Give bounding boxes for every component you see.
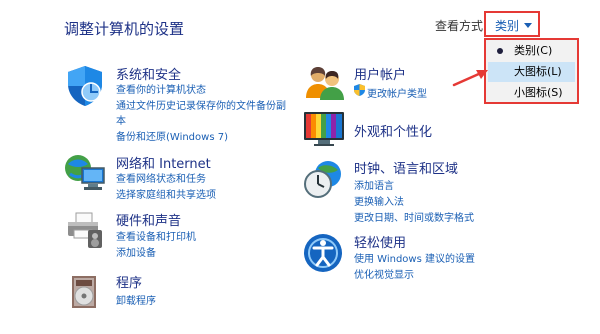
menu-item-label: 大图标(L) [514,65,562,78]
chevron-down-icon [524,23,532,28]
category-ease-of-access[interactable]: 轻松使用 [354,232,406,251]
category-hardware-sound[interactable]: 硬件和声音 [116,210,181,229]
uac-shield-icon [354,84,365,96]
link-optimize-visual-display[interactable]: 优化视觉显示 [354,266,414,281]
annotation-arrow-icon [452,70,488,87]
link-add-language[interactable]: 添加语言 [354,177,394,192]
menu-item-label: 小图标(S) [514,86,563,99]
ease-of-access-icon [304,234,342,272]
link-file-history[interactable]: 通过文件历史记录保存你的文件备份副 [116,97,286,112]
appearance-monitor-icon [304,112,344,146]
menu-item-large-icons[interactable]: 大图标(L) [488,62,575,82]
menu-item-label: 类别(C) [514,44,553,57]
clock-globe-icon [304,161,341,198]
link-change-date-time-format[interactable]: 更改日期、时间或数字格式 [354,209,474,224]
link-devices-printers[interactable]: 查看设备和打印机 [116,228,196,243]
menu-item-category[interactable]: 类别(C) [488,41,575,61]
user-accounts-icon [306,67,344,100]
link-file-history-cont[interactable]: 本 [116,112,126,127]
view-by-value: 类别 [495,19,520,33]
link-add-device[interactable]: 添加设备 [116,244,156,259]
category-programs[interactable]: 程序 [116,272,142,291]
category-clock-language-region[interactable]: 时钟、语言和区域 [354,158,458,177]
menu-item-small-icons[interactable]: 小图标(S) [488,83,575,103]
page-title: 调整计算机的设置 [64,20,185,38]
link-change-input-method[interactable]: 更换输入法 [354,193,404,208]
link-uninstall-program[interactable]: 卸载程序 [116,292,156,307]
link-backup-restore[interactable]: 备份和还原(Windows 7) [116,128,228,143]
view-by-label: 查看方式: [435,19,487,33]
view-by-menu: 类别(C) 大图标(L) 小图标(S) [484,38,579,104]
link-change-account-type[interactable]: 更改帐户类型 [367,85,427,100]
category-user-accounts[interactable]: 用户帐户 [354,64,406,83]
programs-box-icon [72,276,96,308]
link-network-status[interactable]: 查看网络状态和任务 [116,170,206,185]
printer-speaker-icon [68,212,102,248]
shield-icon [68,66,102,106]
network-globe-icon [65,155,105,190]
link-recommended-settings[interactable]: 使用 Windows 建议的设置 [354,250,475,265]
link-view-computer-status[interactable]: 查看你的计算机状态 [116,81,206,96]
link-homegroup-sharing[interactable]: 选择家庭组和共享选项 [116,186,216,201]
category-appearance[interactable]: 外观和个性化 [354,121,432,140]
selected-bullet-icon [497,48,503,54]
view-by-dropdown[interactable]: 类别 [484,11,540,37]
